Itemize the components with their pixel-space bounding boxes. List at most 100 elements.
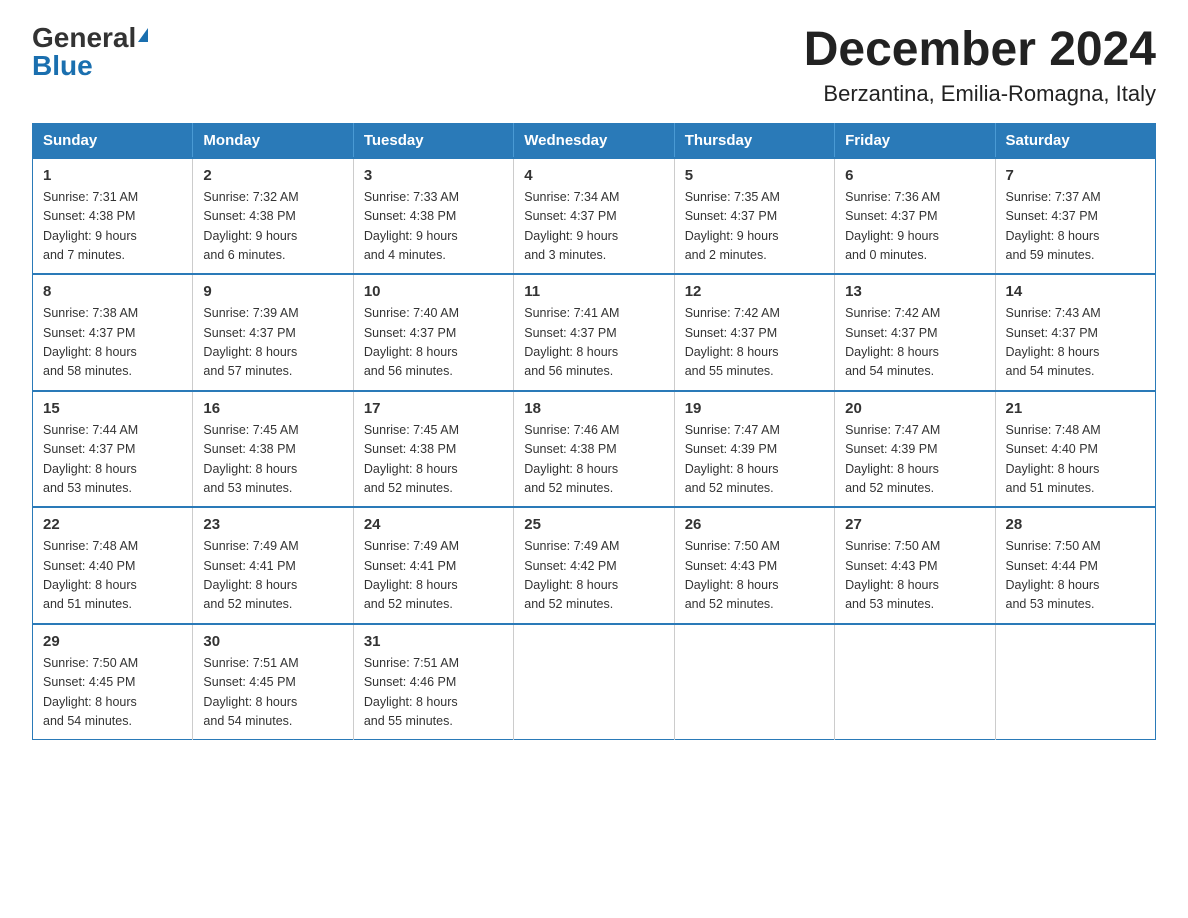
day-number: 17	[364, 400, 503, 417]
calendar-cell: 28 Sunrise: 7:50 AM Sunset: 4:44 PM Dayli…	[995, 507, 1155, 624]
day-info: Sunrise: 7:45 AM Sunset: 4:38 PM Dayligh…	[203, 421, 342, 499]
day-info: Sunrise: 7:33 AM Sunset: 4:38 PM Dayligh…	[364, 188, 503, 266]
calendar-cell: 19 Sunrise: 7:47 AM Sunset: 4:39 PM Dayli…	[674, 391, 834, 508]
day-number: 31	[364, 633, 503, 650]
day-number: 7	[1006, 167, 1145, 184]
day-info: Sunrise: 7:39 AM Sunset: 4:37 PM Dayligh…	[203, 304, 342, 382]
day-info: Sunrise: 7:40 AM Sunset: 4:37 PM Dayligh…	[364, 304, 503, 382]
day-info: Sunrise: 7:44 AM Sunset: 4:37 PM Dayligh…	[43, 421, 182, 499]
calendar-subtitle: Berzantina, Emilia-Romagna, Italy	[804, 81, 1156, 107]
calendar-week-row: 8 Sunrise: 7:38 AM Sunset: 4:37 PM Daylig…	[33, 274, 1156, 391]
day-number: 8	[43, 283, 182, 300]
page-header: General Blue December 2024 Berzantina, E…	[32, 24, 1156, 107]
calendar-title: December 2024	[804, 24, 1156, 77]
day-info: Sunrise: 7:41 AM Sunset: 4:37 PM Dayligh…	[524, 304, 663, 382]
day-number: 6	[845, 167, 984, 184]
calendar-cell: 20Sunrise: 7:47 AM Sunset: 4:39 PM Dayli…	[835, 391, 995, 508]
day-info: Sunrise: 7:47 AM Sunset: 4:39 PM Dayligh…	[685, 421, 824, 499]
day-header-row: SundayMondayTuesdayWednesdayThursdayFrid…	[33, 123, 1156, 158]
day-number: 14	[1006, 283, 1145, 300]
calendar-header: SundayMondayTuesdayWednesdayThursdayFrid…	[33, 123, 1156, 158]
calendar-cell: 8 Sunrise: 7:38 AM Sunset: 4:37 PM Daylig…	[33, 274, 193, 391]
calendar-cell: 6 Sunrise: 7:36 AM Sunset: 4:37 PM Daylig…	[835, 158, 995, 275]
day-number: 9	[203, 283, 342, 300]
day-info: Sunrise: 7:43 AM Sunset: 4:37 PM Dayligh…	[1006, 304, 1145, 382]
calendar-cell: 13Sunrise: 7:42 AM Sunset: 4:37 PM Dayli…	[835, 274, 995, 391]
calendar-cell: 30Sunrise: 7:51 AM Sunset: 4:45 PM Dayli…	[193, 624, 353, 740]
day-number: 15	[43, 400, 182, 417]
day-info: Sunrise: 7:42 AM Sunset: 4:37 PM Dayligh…	[685, 304, 824, 382]
day-info: Sunrise: 7:50 AM Sunset: 4:44 PM Dayligh…	[1006, 537, 1145, 615]
day-number: 2	[203, 167, 342, 184]
day-info: Sunrise: 7:49 AM Sunset: 4:41 PM Dayligh…	[203, 537, 342, 615]
calendar-week-row: 22 Sunrise: 7:48 AM Sunset: 4:40 PM Dayli…	[33, 507, 1156, 624]
day-number: 19	[685, 400, 824, 417]
logo-general-text: General	[32, 24, 136, 52]
calendar-cell: 29Sunrise: 7:50 AM Sunset: 4:45 PM Dayli…	[33, 624, 193, 740]
calendar-cell: 18 Sunrise: 7:46 AM Sunset: 4:38 PM Dayli…	[514, 391, 674, 508]
calendar-cell: 3 Sunrise: 7:33 AM Sunset: 4:38 PM Daylig…	[353, 158, 513, 275]
calendar-cell: 7 Sunrise: 7:37 AM Sunset: 4:37 PM Daylig…	[995, 158, 1155, 275]
day-header-thursday: Thursday	[674, 123, 834, 158]
day-number: 18	[524, 400, 663, 417]
day-number: 5	[685, 167, 824, 184]
logo-triangle-icon	[138, 28, 148, 42]
day-number: 12	[685, 283, 824, 300]
calendar-cell: 26 Sunrise: 7:50 AM Sunset: 4:43 PM Dayli…	[674, 507, 834, 624]
day-number: 4	[524, 167, 663, 184]
logo-blue-text: Blue	[32, 52, 93, 80]
day-info: Sunrise: 7:49 AM Sunset: 4:41 PM Dayligh…	[364, 537, 503, 615]
day-number: 11	[524, 283, 663, 300]
calendar-cell: 31 Sunrise: 7:51 AM Sunset: 4:46 PM Dayli…	[353, 624, 513, 740]
day-number: 20	[845, 400, 984, 417]
day-header-sunday: Sunday	[33, 123, 193, 158]
day-number: 22	[43, 516, 182, 533]
calendar-cell: 12 Sunrise: 7:42 AM Sunset: 4:37 PM Dayli…	[674, 274, 834, 391]
day-number: 26	[685, 516, 824, 533]
day-number: 10	[364, 283, 503, 300]
day-number: 16	[203, 400, 342, 417]
day-info: Sunrise: 7:32 AM Sunset: 4:38 PM Dayligh…	[203, 188, 342, 266]
day-info: Sunrise: 7:46 AM Sunset: 4:38 PM Dayligh…	[524, 421, 663, 499]
calendar-cell: 25 Sunrise: 7:49 AM Sunset: 4:42 PM Dayli…	[514, 507, 674, 624]
calendar-cell: 22 Sunrise: 7:48 AM Sunset: 4:40 PM Dayli…	[33, 507, 193, 624]
calendar-cell	[674, 624, 834, 740]
calendar-cell: 4Sunrise: 7:34 AM Sunset: 4:37 PM Daylig…	[514, 158, 674, 275]
day-info: Sunrise: 7:50 AM Sunset: 4:45 PM Dayligh…	[43, 654, 182, 732]
calendar-cell	[835, 624, 995, 740]
day-number: 25	[524, 516, 663, 533]
calendar-cell: 23Sunrise: 7:49 AM Sunset: 4:41 PM Dayli…	[193, 507, 353, 624]
day-number: 13	[845, 283, 984, 300]
day-info: Sunrise: 7:51 AM Sunset: 4:46 PM Dayligh…	[364, 654, 503, 732]
day-info: Sunrise: 7:37 AM Sunset: 4:37 PM Dayligh…	[1006, 188, 1145, 266]
day-header-tuesday: Tuesday	[353, 123, 513, 158]
day-number: 3	[364, 167, 503, 184]
logo: General Blue	[32, 24, 148, 80]
calendar-cell: 21Sunrise: 7:48 AM Sunset: 4:40 PM Dayli…	[995, 391, 1155, 508]
day-info: Sunrise: 7:38 AM Sunset: 4:37 PM Dayligh…	[43, 304, 182, 382]
day-header-wednesday: Wednesday	[514, 123, 674, 158]
calendar-cell: 10 Sunrise: 7:40 AM Sunset: 4:37 PM Dayli…	[353, 274, 513, 391]
day-number: 24	[364, 516, 503, 533]
day-header-friday: Friday	[835, 123, 995, 158]
calendar-cell: 11 Sunrise: 7:41 AM Sunset: 4:37 PM Dayli…	[514, 274, 674, 391]
day-info: Sunrise: 7:48 AM Sunset: 4:40 PM Dayligh…	[43, 537, 182, 615]
day-header-saturday: Saturday	[995, 123, 1155, 158]
day-number: 27	[845, 516, 984, 533]
day-header-monday: Monday	[193, 123, 353, 158]
day-info: Sunrise: 7:49 AM Sunset: 4:42 PM Dayligh…	[524, 537, 663, 615]
day-info: Sunrise: 7:51 AM Sunset: 4:45 PM Dayligh…	[203, 654, 342, 732]
day-info: Sunrise: 7:35 AM Sunset: 4:37 PM Dayligh…	[685, 188, 824, 266]
calendar-cell	[995, 624, 1155, 740]
calendar-week-row: 29Sunrise: 7:50 AM Sunset: 4:45 PM Dayli…	[33, 624, 1156, 740]
day-info: Sunrise: 7:45 AM Sunset: 4:38 PM Dayligh…	[364, 421, 503, 499]
day-info: Sunrise: 7:48 AM Sunset: 4:40 PM Dayligh…	[1006, 421, 1145, 499]
day-number: 1	[43, 167, 182, 184]
day-number: 28	[1006, 516, 1145, 533]
calendar-cell: 15 Sunrise: 7:44 AM Sunset: 4:37 PM Dayli…	[33, 391, 193, 508]
calendar-cell: 5 Sunrise: 7:35 AM Sunset: 4:37 PM Daylig…	[674, 158, 834, 275]
day-info: Sunrise: 7:36 AM Sunset: 4:37 PM Dayligh…	[845, 188, 984, 266]
day-info: Sunrise: 7:31 AM Sunset: 4:38 PM Dayligh…	[43, 188, 182, 266]
calendar-cell: 24 Sunrise: 7:49 AM Sunset: 4:41 PM Dayli…	[353, 507, 513, 624]
day-info: Sunrise: 7:50 AM Sunset: 4:43 PM Dayligh…	[685, 537, 824, 615]
